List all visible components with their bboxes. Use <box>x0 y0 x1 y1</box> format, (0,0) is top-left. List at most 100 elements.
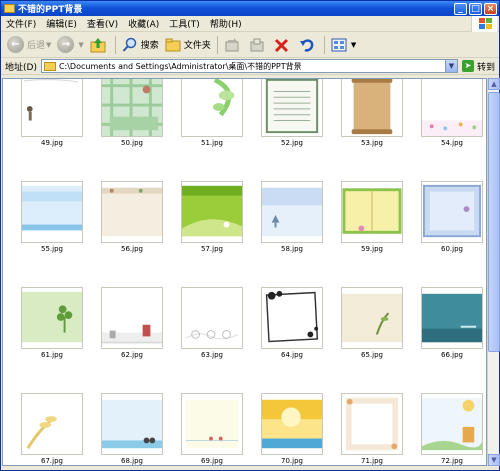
thumbnail-item[interactable]: 57.jpg <box>175 181 243 261</box>
thumbnail-item[interactable]: 67.jpg <box>15 393 83 465</box>
thumbnail-item[interactable]: 69.jpg <box>175 393 243 465</box>
delete-button[interactable] <box>271 34 296 56</box>
thumbnail-item[interactable]: 60.jpg <box>415 181 483 261</box>
thumbnail-image[interactable] <box>341 181 403 243</box>
folder-icon <box>43 61 56 71</box>
thumbnail-image[interactable] <box>421 287 483 349</box>
thumbnail-item[interactable]: 50.jpg <box>95 79 163 155</box>
thumbnail-image[interactable] <box>261 393 323 455</box>
thumbnail-image[interactable] <box>21 287 83 349</box>
thumbnail-image[interactable] <box>261 287 323 349</box>
file-name-label: 53.jpg <box>361 139 383 147</box>
thumbnail-item[interactable]: 64.jpg <box>255 287 323 367</box>
chevron-down-icon[interactable]: ▼ <box>444 60 457 72</box>
thumbnail-item[interactable]: 68.jpg <box>95 393 163 465</box>
back-icon: ← <box>7 36 24 53</box>
file-name-label: 68.jpg <box>121 457 143 465</box>
menu-edit[interactable]: 编辑(E) <box>41 17 82 30</box>
thumbnail-item[interactable]: 63.jpg <box>175 287 243 367</box>
forward-button[interactable]: → ▼ <box>54 34 86 56</box>
minimize-button[interactable]: _ <box>454 2 467 15</box>
thumbnail-item[interactable]: 62.jpg <box>95 287 163 367</box>
go-label: 转到 <box>476 62 495 73</box>
thumbnail-item[interactable]: 71.jpg <box>335 393 403 465</box>
thumbnail-item[interactable]: 54.jpg <box>415 79 483 155</box>
move-to-button[interactable] <box>221 34 246 56</box>
move-to-icon <box>225 37 239 51</box>
menu-favorites[interactable]: 收藏(A) <box>123 17 164 30</box>
thumbnail-item[interactable]: 72.jpg <box>415 393 483 465</box>
file-name-label: 60.jpg <box>441 245 463 253</box>
file-name-label: 71.jpg <box>361 457 383 465</box>
menu-help[interactable]: 帮助(H) <box>205 17 247 30</box>
address-input[interactable]: C:\Documents and Settings\Administrator\… <box>40 59 458 73</box>
thumbnail-item[interactable]: 55.jpg <box>15 181 83 261</box>
thumbnail-image[interactable] <box>101 287 163 349</box>
thumbnail-image[interactable] <box>421 393 483 455</box>
menu-file[interactable]: 文件(F) <box>1 17 41 30</box>
go-arrow-icon: ➤ <box>461 60 474 72</box>
scroll-thumb[interactable] <box>488 92 500 352</box>
address-path: C:\Documents and Settings\Administrator\… <box>58 61 302 71</box>
thumbnail-image[interactable] <box>101 181 163 243</box>
file-name-label: 55.jpg <box>41 245 63 253</box>
title-bar[interactable]: 不错的PPT背景 _ □ × <box>1 1 499 16</box>
file-view: 49.jpg 50.jpg 51.jpg 52.jpg 53.jpg 54.jpg 55.j… <box>2 78 487 466</box>
thumbnail-image[interactable] <box>21 79 83 137</box>
thumbnail-item[interactable]: 58.jpg <box>255 181 323 261</box>
thumbnail-item[interactable]: 61.jpg <box>15 287 83 367</box>
scroll-up-button[interactable]: ▲ <box>488 78 500 90</box>
views-button[interactable]: ▼ <box>328 34 359 56</box>
thumbnail-image[interactable] <box>181 393 243 455</box>
copy-to-button[interactable] <box>246 34 271 56</box>
maximize-button[interactable]: □ <box>469 2 482 15</box>
file-name-label: 58.jpg <box>281 245 303 253</box>
thumbnail-image[interactable] <box>21 181 83 243</box>
undo-button[interactable] <box>296 34 321 56</box>
search-icon <box>122 37 137 52</box>
thumbnail-image[interactable] <box>341 79 403 137</box>
thumbnail-image[interactable] <box>101 79 163 137</box>
thumbnail-image[interactable] <box>261 79 323 137</box>
scroll-down-button[interactable]: ▼ <box>488 454 500 466</box>
file-name-label: 49.jpg <box>41 139 63 147</box>
thumbnail-image[interactable] <box>101 393 163 455</box>
thumbnail-image[interactable] <box>181 79 243 137</box>
thumbnail-image[interactable] <box>181 287 243 349</box>
file-name-label: 67.jpg <box>41 457 63 465</box>
thumbnail-item[interactable]: 53.jpg <box>335 79 403 155</box>
folders-button[interactable]: 文件夹 <box>162 34 214 56</box>
up-button[interactable] <box>87 34 112 56</box>
vertical-scrollbar[interactable]: ▲ ▼ <box>487 78 500 466</box>
thumbnail-image[interactable] <box>341 287 403 349</box>
thumbnail-image[interactable] <box>421 181 483 243</box>
close-button[interactable]: × <box>484 2 497 15</box>
chevron-down-icon: ▼ <box>350 40 357 49</box>
thumbnail-item[interactable]: 49.jpg <box>15 79 83 155</box>
thumbnail-item[interactable]: 66.jpg <box>415 287 483 367</box>
thumbnail-item[interactable]: 59.jpg <box>335 181 403 261</box>
thumbnail-image[interactable] <box>341 393 403 455</box>
thumbnail-item[interactable]: 51.jpg <box>175 79 243 155</box>
toolbar: ← 后退 ▼ → ▼ 搜索 文件夹 ▼ <box>1 32 499 58</box>
thumbnail-image[interactable] <box>421 79 483 137</box>
delete-icon <box>274 38 288 52</box>
folders-label: 文件夹 <box>183 41 211 51</box>
search-button[interactable]: 搜索 <box>119 34 162 56</box>
folder-icon <box>4 4 15 13</box>
thumbnail-item[interactable]: 65.jpg <box>335 287 403 367</box>
file-name-label: 69.jpg <box>201 457 223 465</box>
copy-to-icon <box>250 38 264 51</box>
thumbnail-image[interactable] <box>261 181 323 243</box>
windows-logo-icon <box>471 16 497 32</box>
back-button[interactable]: ← 后退 ▼ <box>4 34 54 56</box>
thumbnail-image[interactable] <box>181 181 243 243</box>
menu-view[interactable]: 查看(V) <box>82 17 123 30</box>
thumbnail-item[interactable]: 56.jpg <box>95 181 163 261</box>
menu-tools[interactable]: 工具(T) <box>164 17 205 30</box>
thumbnail-image[interactable] <box>21 393 83 455</box>
thumbnail-item[interactable]: 70.jpg <box>255 393 323 465</box>
folders-icon <box>165 38 181 51</box>
thumbnail-item[interactable]: 52.jpg <box>255 79 323 155</box>
go-button[interactable]: ➤ 转到 <box>458 60 499 73</box>
